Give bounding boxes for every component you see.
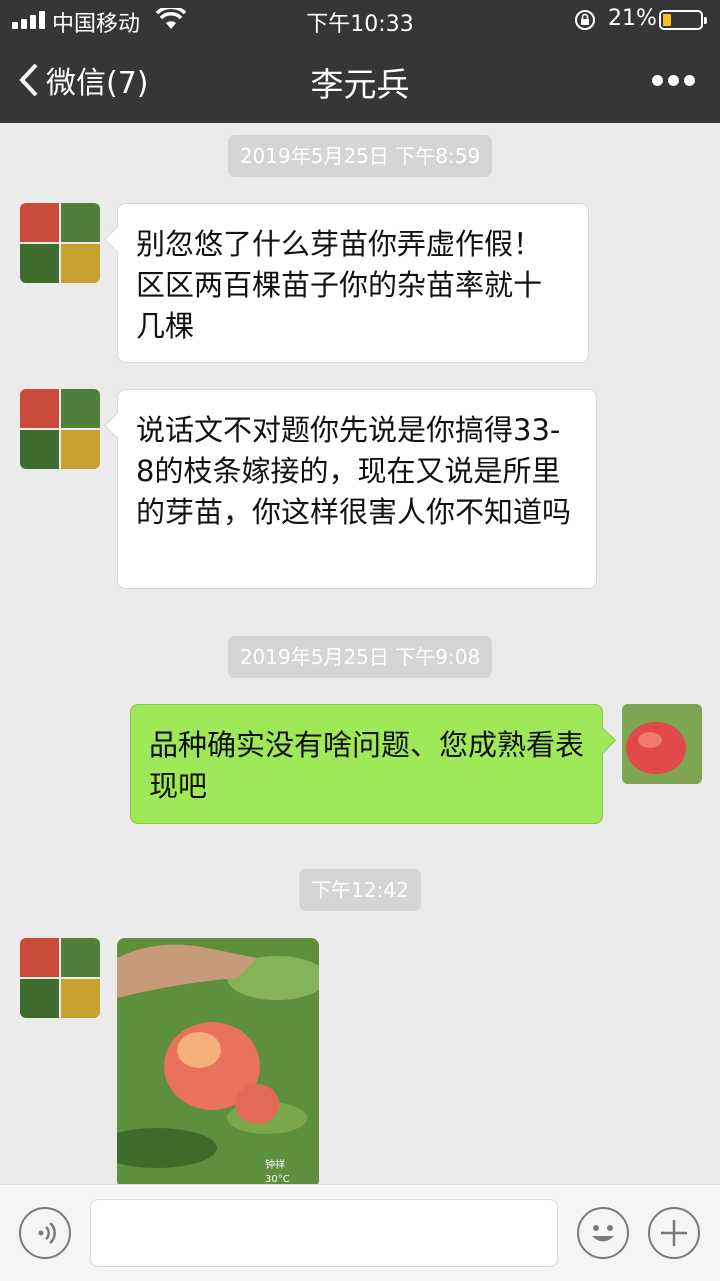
contact-avatar[interactable] [20,389,100,469]
contact-avatar[interactable] [20,938,100,1018]
message-bubble[interactable]: 别忽悠了什么芽苗你弄虚作假！区区两百棵苗子你的杂苗率就十几棵 [117,203,589,363]
top-bar: 中国移动 下午10:33 21% 微信(7) 李元兵 [0,0,720,123]
page-title: 李元兵 [310,65,410,104]
plus-icon [661,1220,687,1246]
peach-icon [622,704,702,784]
timestamp: 2019年5月25日 下午8:59 [227,135,493,177]
more-options-button[interactable] [650,66,696,94]
message-bubble[interactable]: 说话文不对题你先说是你搞得33-8的枝条嫁接的，现在又说是所里的芽苗，你这样很害… [117,389,597,589]
message-input[interactable] [90,1199,558,1267]
status-bar: 中国移动 下午10:33 21% [0,0,720,40]
battery-icon [659,10,707,30]
battery-percent: 21% [608,6,657,31]
input-bar [0,1184,720,1281]
photo-message[interactable]: 钟祥 30°C [117,938,319,1188]
voice-button[interactable] [19,1207,71,1259]
message-bubble-sent[interactable]: 品种确实没有啥问题、您成熟看表现吧 [130,704,603,824]
voice-icon [38,1222,56,1244]
my-avatar[interactable] [622,704,702,784]
rotation-lock-icon [575,10,595,30]
smiley-icon [592,1225,614,1242]
emoji-button[interactable] [577,1207,629,1259]
more-actions-button[interactable] [648,1207,700,1259]
photo-stamp-name: 钟祥 [265,1158,285,1171]
timestamp: 下午12:42 [299,869,421,911]
peach-photo: 钟祥 30°C [117,938,319,1188]
timestamp: 2019年5月25日 下午9:08 [227,636,493,678]
contact-avatar[interactable] [20,203,100,283]
